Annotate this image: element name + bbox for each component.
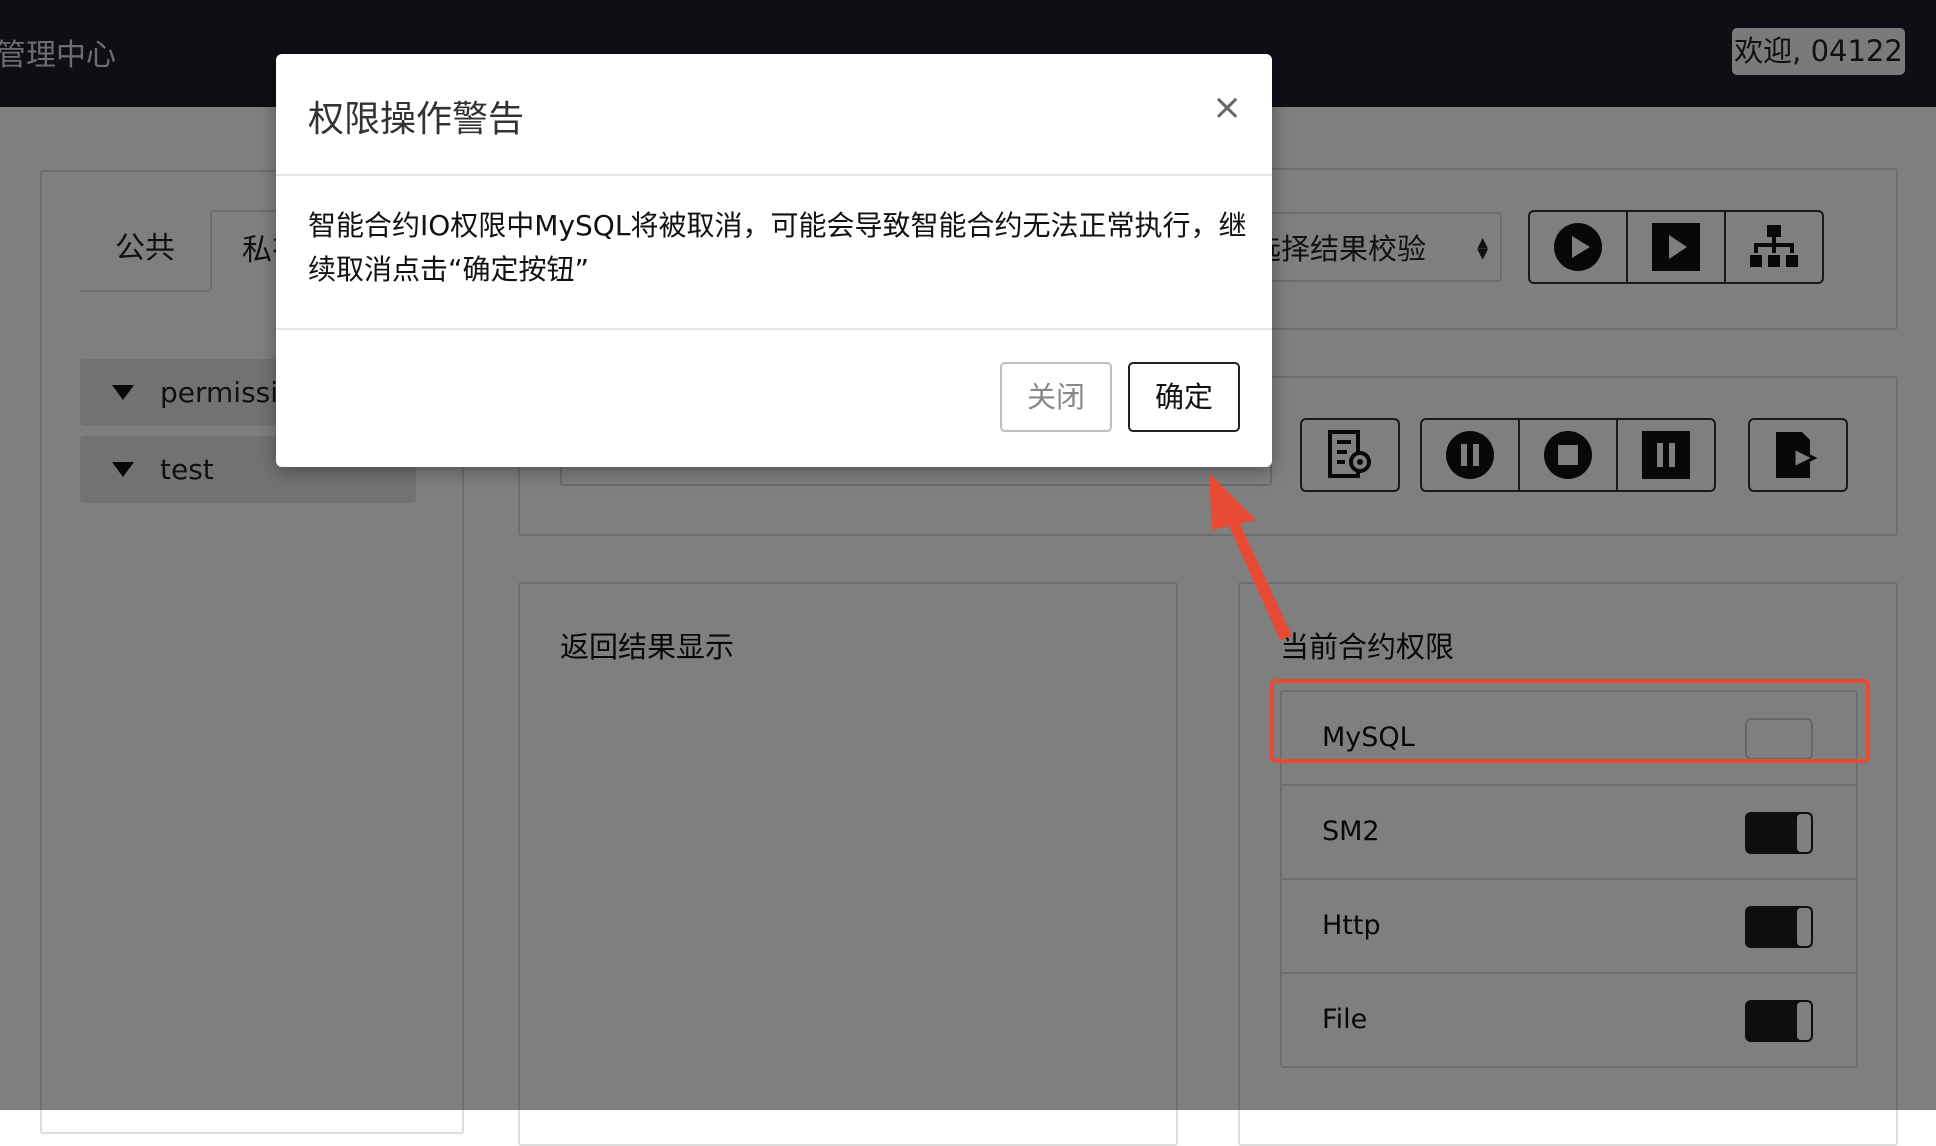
modal-title: 权限操作警告	[308, 99, 525, 140]
annotation-highlight-box	[1270, 679, 1870, 763]
modal-message: 智能合约IO权限中MySQL将被取消，可能会导致智能合约无法正常执行，继续取消点…	[308, 209, 1247, 286]
confirm-button[interactable]: 确定	[1128, 362, 1240, 432]
permission-warning-modal: 权限操作警告 × 智能合约IO权限中MySQL将被取消，可能会导致智能合约无法正…	[276, 54, 1272, 467]
close-icon[interactable]: ×	[1212, 90, 1242, 126]
close-button[interactable]: 关闭	[1000, 362, 1112, 432]
modal-divider	[276, 328, 1272, 330]
modal-header: 权限操作警告 ×	[276, 54, 1272, 176]
